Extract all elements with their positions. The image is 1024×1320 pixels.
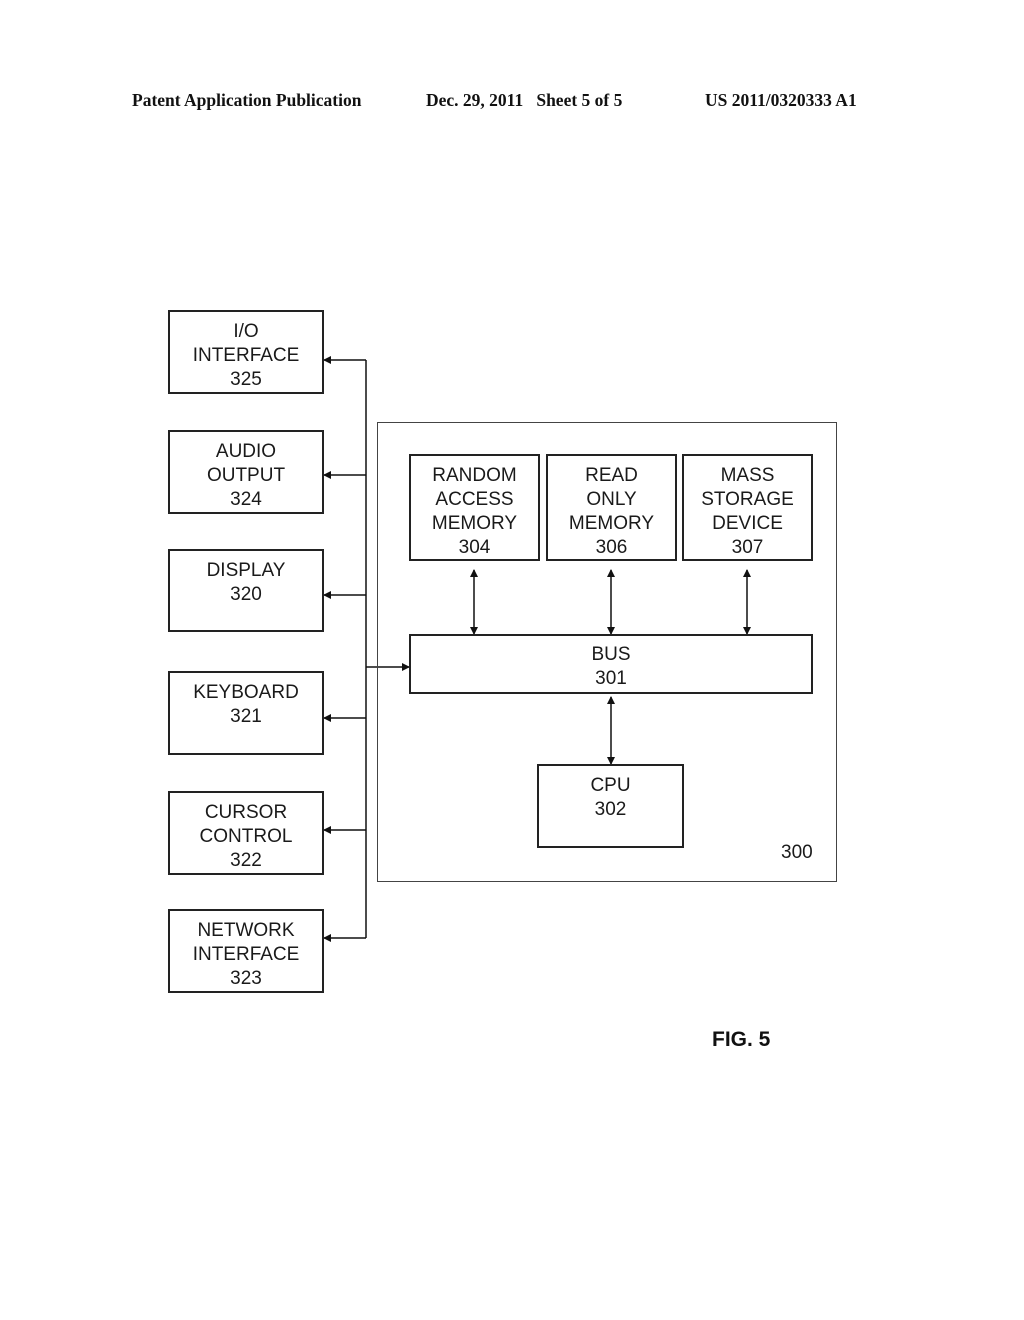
box-line: 301	[595, 668, 627, 689]
box-line: CONTROL	[199, 826, 293, 847]
box-line: ACCESS	[435, 489, 514, 510]
box-line: 306	[595, 537, 628, 558]
display-320: DISPLAY 320	[168, 549, 324, 632]
system-label: 300	[781, 842, 813, 863]
box-line: 325	[230, 369, 262, 390]
box-line: RANDOM	[432, 465, 517, 486]
box-line: 323	[230, 968, 262, 989]
network-interface-323: NETWORK INTERFACE 323	[168, 909, 324, 993]
box-line: 320	[230, 584, 262, 605]
read-only-memory-306: READ ONLY MEMORY 306	[546, 454, 677, 561]
box-line: AUDIO	[215, 441, 277, 462]
box-line: 322	[230, 850, 262, 871]
cursor-control-322: CURSOR CONTROL 322	[168, 791, 324, 875]
box-line: 324	[230, 489, 262, 510]
box-line: NETWORK	[197, 920, 295, 941]
box-line: CURSOR	[204, 802, 288, 823]
box-line: READ	[585, 465, 638, 486]
box-line: I/O	[233, 321, 259, 342]
random-access-memory-304: RANDOM ACCESS MEMORY 304	[409, 454, 540, 561]
box-line: INTERFACE	[192, 345, 300, 366]
box-line: 302	[594, 799, 627, 820]
box-line: KEYBOARD	[193, 682, 299, 703]
keyboard-321: KEYBOARD 321	[168, 671, 324, 755]
box-line: 321	[230, 706, 262, 727]
box-line: CPU	[590, 775, 631, 796]
box-line: BUS	[591, 644, 631, 665]
box-line: ONLY	[586, 489, 637, 510]
box-line: OUTPUT	[206, 465, 286, 486]
box-line: STORAGE	[701, 489, 794, 510]
box-line: MEMORY	[568, 513, 655, 534]
box-line: MEMORY	[431, 513, 518, 534]
box-line: INTERFACE	[192, 944, 300, 965]
cpu-302: CPU 302	[537, 764, 684, 848]
box-line: 304	[458, 537, 491, 558]
figure-label: FIG. 5	[712, 1028, 771, 1051]
io-interface-325: I/O INTERFACE 325	[168, 310, 324, 394]
box-line: 307	[731, 537, 764, 558]
box-line: DEVICE	[712, 513, 783, 534]
box-line: DISPLAY	[206, 560, 286, 581]
mass-storage-device-307: MASS STORAGE DEVICE 307	[682, 454, 813, 561]
box-line: MASS	[720, 465, 775, 486]
audio-output-324: AUDIO OUTPUT 324	[168, 430, 324, 514]
bus-301: BUS 301	[409, 634, 813, 694]
